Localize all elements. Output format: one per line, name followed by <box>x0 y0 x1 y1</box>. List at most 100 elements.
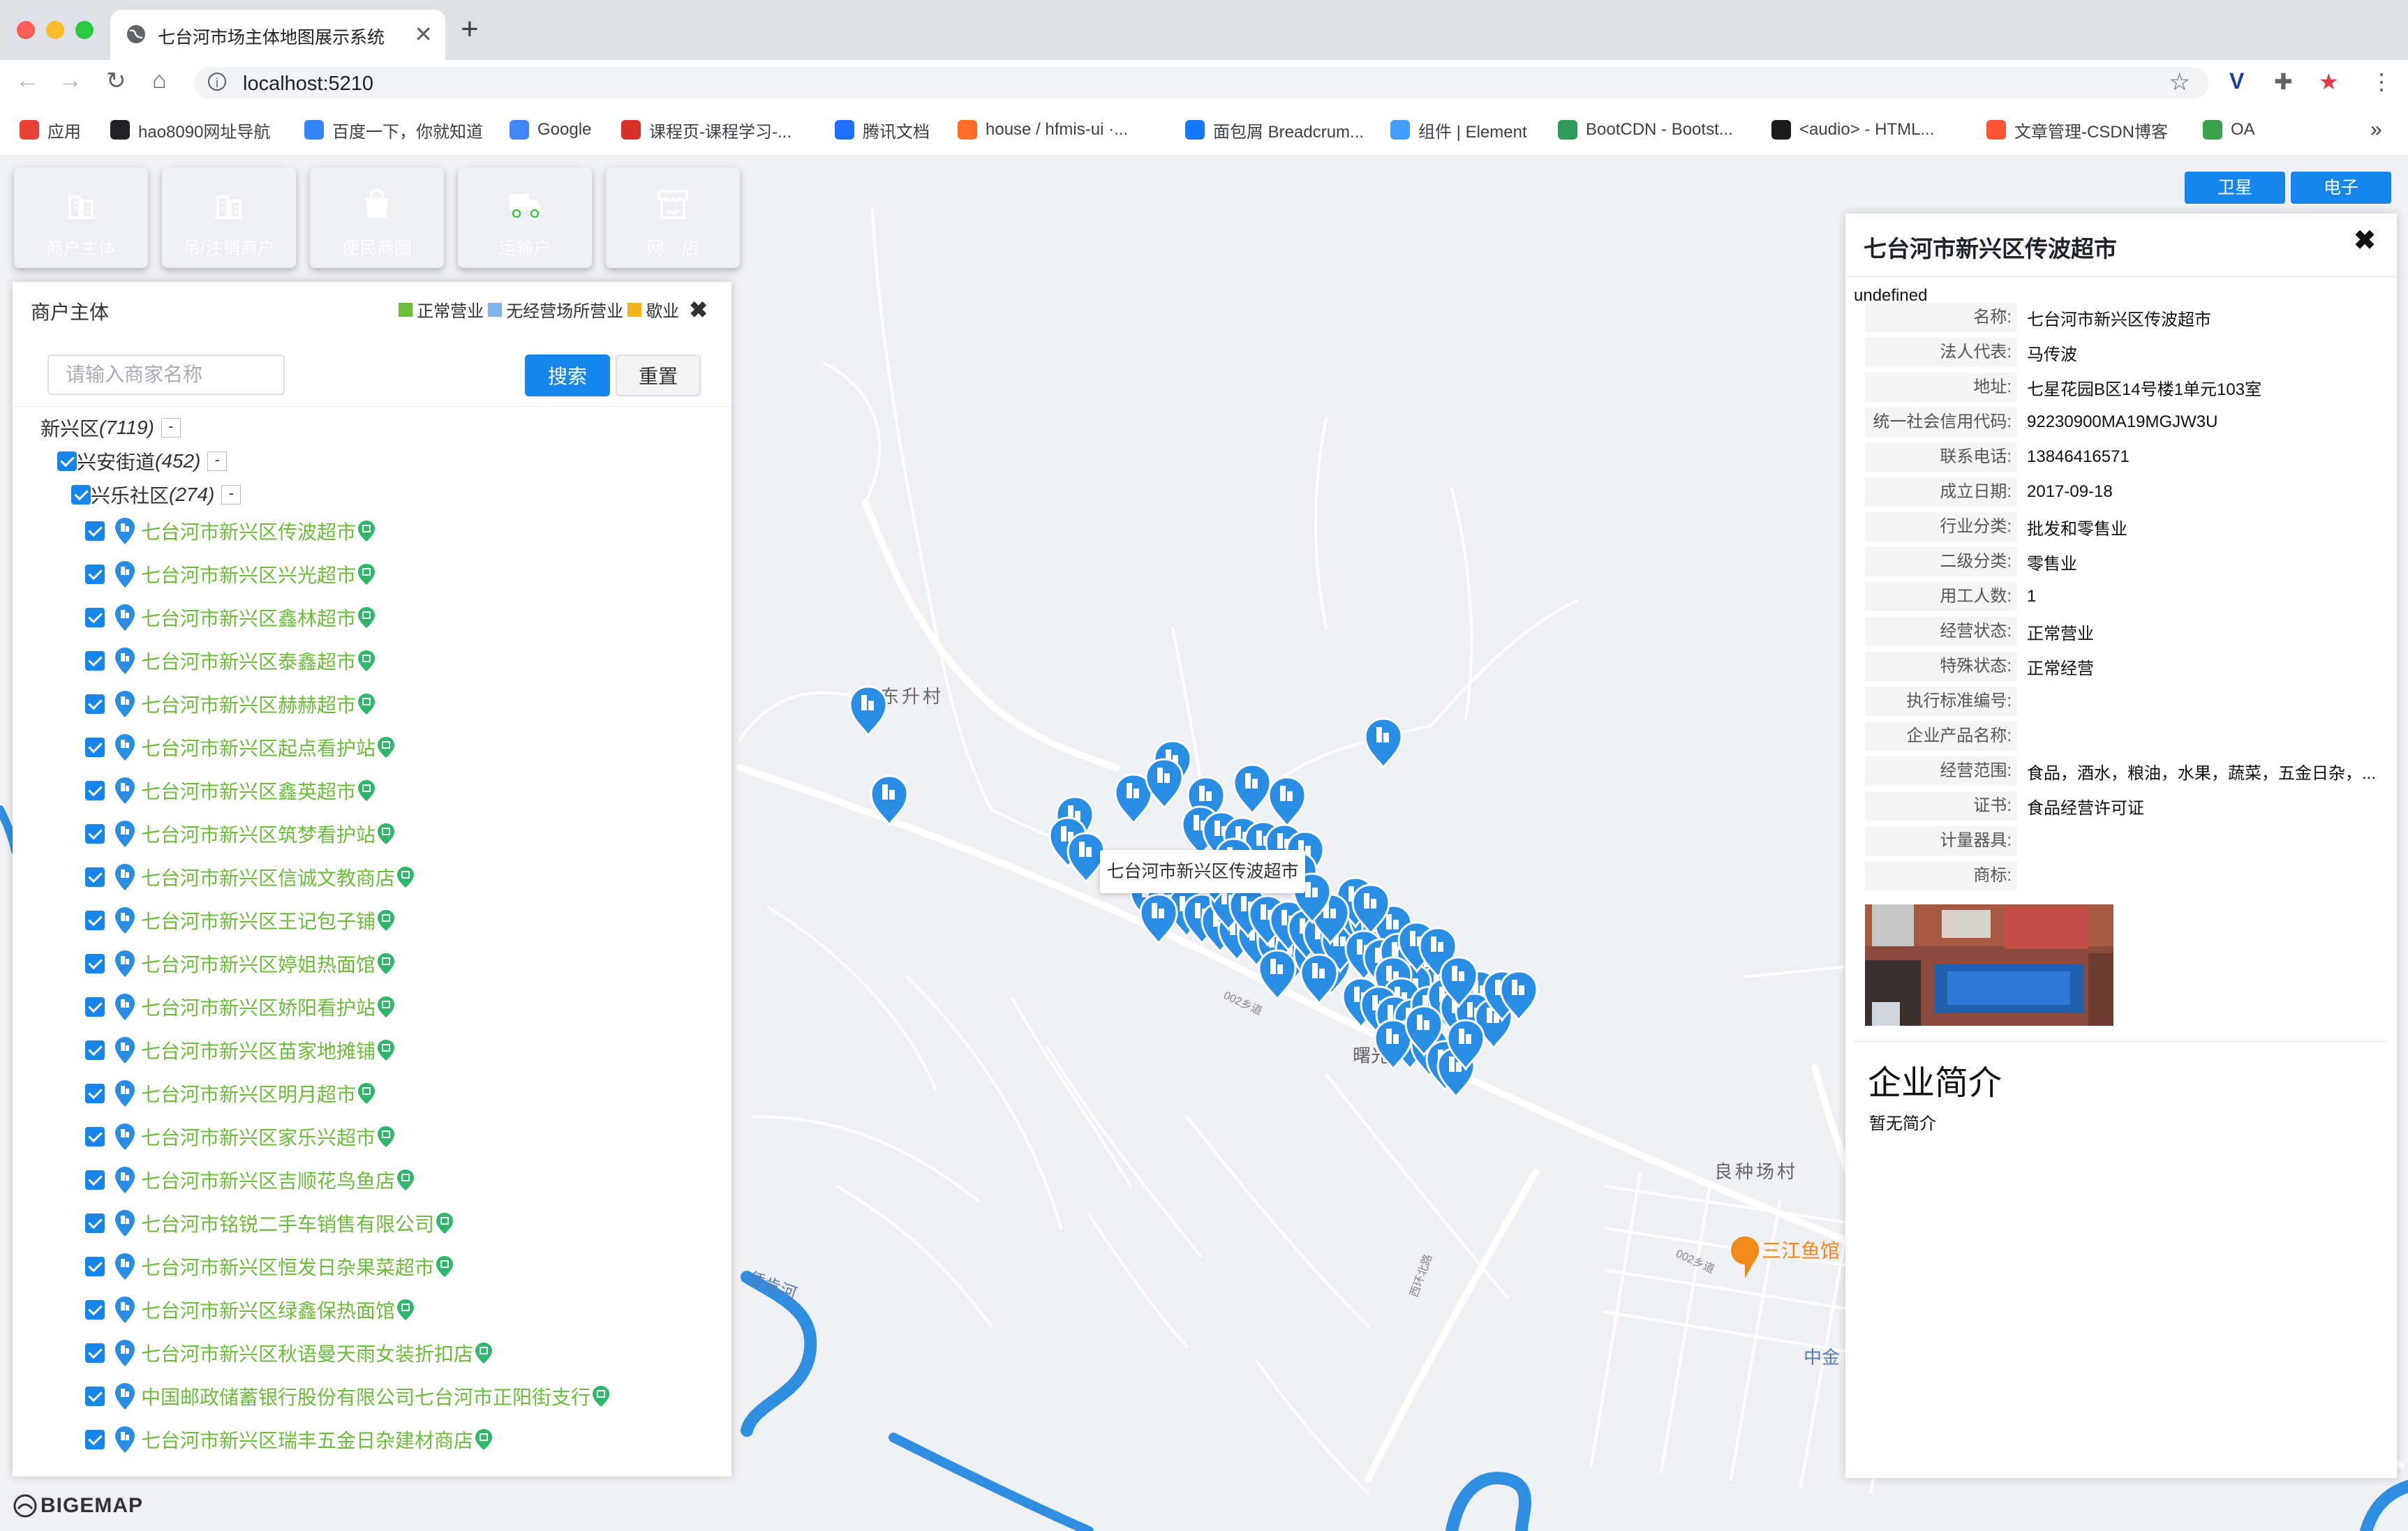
bookmark-item[interactable]: <audio> - HTML... <box>1771 117 1934 142</box>
merchant-map-marker[interactable] <box>1066 832 1106 884</box>
merchant-checkbox[interactable] <box>85 867 105 887</box>
merchant-list-item[interactable]: 七台河市新兴区鑫英超市 <box>85 777 376 805</box>
bookmark-item[interactable]: hao8090网址导航 <box>110 117 270 142</box>
bookmark-item[interactable]: 文章管理-CSDN博客 <box>1986 117 2168 142</box>
collapse-toggle[interactable]: - <box>207 451 228 471</box>
bookmark-item[interactable]: 腾讯文档 <box>835 117 930 142</box>
bookmark-item[interactable]: 应用 <box>20 117 81 142</box>
tree-street[interactable]: 兴安街道 (452) - <box>57 447 228 475</box>
merchant-checkbox[interactable] <box>85 1343 105 1363</box>
category-business-circle-button[interactable]: 便民商圈 <box>310 167 444 268</box>
merchant-list-item[interactable]: 七台河市新兴区娇阳看护站 <box>85 993 395 1021</box>
merchant-list-item[interactable]: 七台河市新兴区瑞丰五金日杂建材商店 <box>85 1426 493 1454</box>
bookmark-item[interactable]: BootCDN - Bootst... <box>1558 117 1733 142</box>
merchant-map-marker[interactable] <box>849 685 888 738</box>
reset-button[interactable]: 重置 <box>616 354 701 396</box>
category-merchant-button[interactable]: 商户主体 <box>14 167 148 268</box>
merchant-list-item[interactable]: 七台河市新兴区王记包子铺 <box>85 906 395 934</box>
info-icon[interactable]: i <box>208 73 226 91</box>
merchant-map-marker[interactable] <box>1233 763 1272 816</box>
merchant-list-item[interactable]: 七台河市新兴区家乐兴超市 <box>85 1123 395 1151</box>
merchant-list-item[interactable]: 七台河市新兴区鑫林超市 <box>85 604 376 632</box>
community-checkbox[interactable] <box>71 485 91 505</box>
merchant-checkbox[interactable] <box>85 1127 105 1147</box>
merchant-checkbox[interactable] <box>85 1387 105 1406</box>
merchant-checkbox[interactable] <box>85 1257 105 1276</box>
star-extension-icon[interactable]: ★ <box>2319 68 2339 95</box>
merchant-list-item[interactable]: 中国邮政储蓄银行股份有限公司七台河市正阳街支行 <box>85 1382 610 1410</box>
tree-district[interactable]: 新兴区 (7119) - <box>40 414 181 442</box>
detail-close-icon[interactable]: ✖ <box>2354 225 2376 256</box>
merchant-checkbox[interactable] <box>85 738 105 757</box>
panel-close-icon[interactable]: ✖ <box>689 299 708 321</box>
bookmark-item[interactable]: 面包屑 Breadcrum... <box>1185 117 1364 142</box>
collapse-toggle[interactable]: - <box>161 418 181 438</box>
new-tab-button[interactable]: + <box>461 14 479 45</box>
minimize-window-icon[interactable] <box>46 21 64 39</box>
electronic-map-button[interactable]: 电子 <box>2291 172 2391 204</box>
merchant-list-item[interactable]: 七台河市新兴区泰鑫超市 <box>85 647 376 675</box>
merchant-list-item[interactable]: 七台河市新兴区吉顺花鸟鱼店 <box>85 1166 415 1194</box>
forward-icon[interactable]: → <box>59 67 82 94</box>
merchant-checkbox[interactable] <box>85 1213 105 1233</box>
merchant-list-item[interactable]: 七台河市新兴区赫赫超市 <box>85 690 376 718</box>
bookmark-item[interactable]: 百度一下，你就知道 <box>304 117 483 142</box>
merchant-checkbox[interactable] <box>85 694 105 714</box>
merchant-list-item[interactable]: 七台河市新兴区兴光超市 <box>85 560 376 588</box>
merchant-list-item[interactable]: 七台河市新兴区绿鑫保热面馆 <box>85 1296 415 1324</box>
category-revoked-button[interactable]: 吊/注销商户 <box>162 167 296 268</box>
close-window-icon[interactable] <box>17 21 35 39</box>
merchant-checkbox[interactable] <box>85 1300 105 1320</box>
merchant-list-item[interactable]: 七台河市铭锐二手车销售有限公司 <box>85 1209 454 1237</box>
merchant-list-item[interactable]: 七台河市新兴区筑梦看护站 <box>85 820 395 848</box>
merchant-map-marker[interactable] <box>1364 717 1403 770</box>
restaurant-poi-icon[interactable] <box>1731 1237 1759 1278</box>
merchant-list-item[interactable]: 七台河市新兴区苗家地摊铺 <box>85 1036 395 1064</box>
street-checkbox[interactable] <box>57 451 77 471</box>
merchant-checkbox[interactable] <box>85 1084 105 1103</box>
vpn-extension-icon[interactable]: V <box>2229 68 2244 94</box>
merchant-list-item[interactable]: 七台河市新兴区起点看护站 <box>85 733 395 761</box>
merchant-search-input[interactable] <box>47 354 285 395</box>
merchant-list-item[interactable]: 七台河市新兴区传波超市 <box>85 517 376 545</box>
merchant-checkbox[interactable] <box>85 954 105 973</box>
bookmark-item[interactable]: Google <box>510 117 591 142</box>
maximize-window-icon[interactable] <box>75 21 94 39</box>
back-icon[interactable]: ← <box>15 67 39 94</box>
tab-close-icon[interactable]: ✕ <box>414 21 433 47</box>
bookmark-item[interactable]: 课程页-课程学习-... <box>621 117 791 142</box>
merchant-list-item[interactable]: 七台河市新兴区秋语曼天雨女装折扣店 <box>85 1339 493 1367</box>
tree-community[interactable]: 兴乐社区 (274) - <box>71 481 241 509</box>
category-transport-button[interactable]: 运输户 <box>458 167 592 268</box>
merchant-checkbox[interactable] <box>85 1170 105 1190</box>
address-bar[interactable]: i localhost:5210 ☆ <box>194 67 2208 99</box>
bookmark-item[interactable]: 组件 | Element <box>1390 117 1527 142</box>
storefront-photo[interactable] <box>1865 904 2113 1026</box>
bookmarks-more-button[interactable]: » <box>2370 117 2382 142</box>
merchant-list-item[interactable]: 七台河市新兴区恒发日杂果菜超市 <box>85 1253 454 1280</box>
bookmark-item[interactable]: OA <box>2203 117 2255 142</box>
merchant-checkbox[interactable] <box>85 565 105 584</box>
search-button[interactable]: 搜索 <box>525 354 610 396</box>
merchant-list-item[interactable]: 七台河市新兴区信诚文教商店 <box>85 863 415 891</box>
home-icon[interactable]: ⌂ <box>152 67 167 94</box>
puzzle-extension-icon[interactable]: ✚ <box>2274 68 2293 95</box>
merchant-map-marker[interactable] <box>1268 776 1307 828</box>
bookmark-star-icon[interactable]: ☆ <box>2169 68 2190 96</box>
bookmark-item[interactable]: house / hfmis-ui ·... <box>958 117 1128 142</box>
merchant-list-item[interactable]: 七台河市新兴区明月超市 <box>85 1080 376 1107</box>
merchant-map-marker[interactable] <box>1145 758 1184 810</box>
merchant-checkbox[interactable] <box>85 824 105 844</box>
merchant-checkbox[interactable] <box>85 911 105 930</box>
menu-icon[interactable]: ⋮ <box>2370 68 2393 95</box>
merchant-checkbox[interactable] <box>85 997 105 1017</box>
merchant-checkbox[interactable] <box>85 1430 105 1449</box>
merchant-list-item[interactable]: 七台河市新兴区婷姐热面馆 <box>85 950 395 978</box>
merchant-checkbox[interactable] <box>85 651 105 671</box>
merchant-checkbox[interactable] <box>85 1040 105 1060</box>
merchant-checkbox[interactable] <box>85 521 105 541</box>
category-online-store-button[interactable]: 网 店 <box>606 167 740 268</box>
browser-tab[interactable]: 七台河市场主体地图展示系统 ✕ <box>110 10 445 60</box>
merchant-checkbox[interactable] <box>85 781 105 800</box>
merchant-map-marker[interactable] <box>1300 953 1339 1006</box>
